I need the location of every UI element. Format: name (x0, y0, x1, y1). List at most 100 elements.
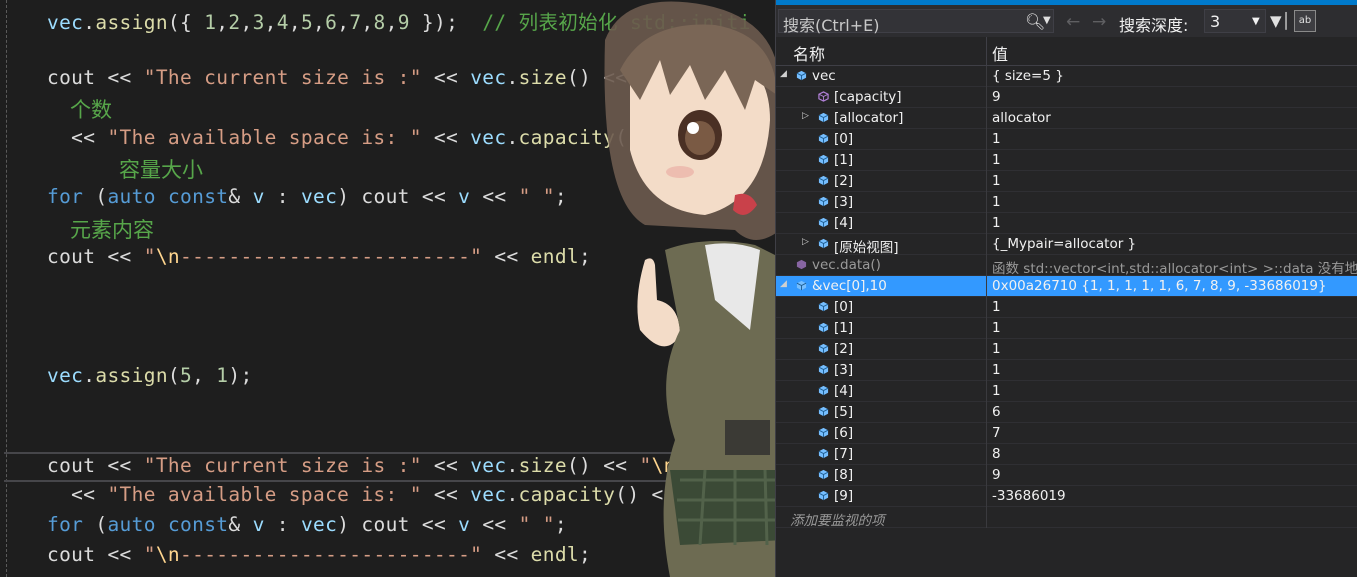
expand-icon[interactable]: ▷ (802, 111, 809, 121)
field-icon (818, 175, 829, 186)
watch-row[interactable]: [7] 8 (776, 444, 1357, 465)
field-icon (818, 154, 829, 165)
watch-row[interactable]: [0] 1 (776, 297, 1357, 318)
code-line[interactable]: cout << "\n------------------------" << … (47, 543, 591, 566)
code-token: ( (83, 513, 108, 536)
code-token: " " (518, 513, 555, 536)
watch-value: {_Mypair=allocator } (992, 236, 1137, 252)
watch-name: &vec[0],10 (812, 278, 887, 294)
watch-name: [0] (834, 299, 854, 315)
watch-value: 0x00a26710 {1, 1, 1, 1, 1, 6, 7, 8, 9, -… (992, 278, 1327, 294)
code-token: assign (95, 364, 168, 387)
code-token: " (143, 543, 156, 566)
code-line[interactable]: vec.assign(5, 1); (47, 364, 253, 387)
code-token: " " (518, 185, 555, 208)
property-icon (818, 91, 829, 102)
code-token: , (361, 11, 374, 34)
code-token: 6 (325, 11, 338, 34)
watch-value: 1 (992, 173, 1001, 189)
watch-value: 8 (992, 446, 1001, 462)
field-icon (818, 217, 829, 228)
watch-row[interactable]: ◢ vec { size=5 } (776, 66, 1357, 87)
code-token: vec (470, 126, 507, 149)
watch-row[interactable]: [1] 1 (776, 318, 1357, 339)
field-icon (818, 364, 829, 375)
watch-value: 6 (992, 404, 1001, 420)
watch-row[interactable]: vec.data() 函数 std::vector<int,std::alloca… (776, 255, 1357, 277)
add-watch-item[interactable]: 添加要监视的项 (776, 507, 1357, 529)
watch-name: vec.data() (812, 257, 881, 273)
watch-value: { size=5 } (992, 68, 1064, 84)
watch-name: [1] (834, 320, 854, 336)
watch-row[interactable]: [3] 1 (776, 192, 1357, 213)
code-token: const (167, 185, 229, 208)
watch-row[interactable]: [4] 1 (776, 213, 1357, 234)
watch-row[interactable]: [2] 1 (776, 171, 1357, 192)
watch-row[interactable]: [3] 1 (776, 360, 1357, 381)
field-icon (818, 448, 829, 459)
code-token: \n (155, 543, 181, 566)
indent-guide (6, 0, 7, 577)
watch-row[interactable]: [4] 1 (776, 381, 1357, 402)
watch-row[interactable]: [0] 1 (776, 129, 1357, 150)
collapse-icon[interactable]: ◢ (780, 279, 787, 289)
code-line[interactable]: for (auto const& v : vec) cout << v << "… (47, 185, 567, 208)
code-token: . (506, 126, 519, 149)
field-icon (818, 301, 829, 312)
search-depth-value: 3 (1210, 12, 1221, 31)
code-editor[interactable]: vec.assign({ 1,2,3,4,5,6,7,8,9 }); // 列表… (0, 0, 775, 577)
watch-row[interactable]: [9] -33686019 (776, 486, 1357, 507)
watch-row[interactable]: ▷ [allocator] allocator (776, 108, 1357, 129)
watch-row[interactable]: ◢ &vec[0],10 0x00a26710 {1, 1, 1, 1, 1, 6,… (776, 276, 1357, 297)
code-token: 9 (397, 11, 410, 34)
filter-icon[interactable]: ▼│ (1270, 12, 1291, 30)
code-token: vec (47, 11, 84, 34)
code-token: 1 (204, 11, 217, 34)
watch-name: [2] (834, 173, 854, 189)
watch-row[interactable]: ▷ [原始视图] {_Mypair=allocator } (776, 234, 1357, 256)
code-token: << (421, 66, 471, 89)
watch-window[interactable]: 搜索(Ctrl+E) 🔍︎ ▼ ← → 搜索深度: 3 ▼ ▼│ ab 名称 值… (775, 0, 1357, 577)
code-token: ) cout << (337, 513, 459, 536)
code-token: ( (167, 364, 181, 387)
expand-icon[interactable]: ▷ (802, 237, 809, 247)
column-name[interactable]: 名称 (793, 41, 825, 65)
watch-row[interactable]: [2] 1 (776, 339, 1357, 360)
watch-row[interactable]: [5] 6 (776, 402, 1357, 423)
code-token: ({ (167, 11, 205, 34)
watch-name: [capacity] (834, 89, 902, 105)
search-depth-select[interactable]: 3 ▼ (1204, 9, 1266, 33)
arrow-left-icon[interactable]: ← (1066, 12, 1080, 32)
code-token: vec (47, 364, 84, 387)
code-token: for (47, 513, 84, 536)
code-token: . (506, 454, 519, 477)
watch-value: -33686019 (992, 488, 1066, 504)
code-token: auto (107, 185, 156, 208)
code-token: v (458, 185, 471, 208)
field-icon (818, 196, 829, 207)
column-value[interactable]: 值 (992, 41, 1008, 65)
collapse-icon[interactable]: ◢ (780, 69, 787, 79)
watch-row[interactable]: [8] 9 (776, 465, 1357, 486)
watch-row[interactable]: [1] 1 (776, 150, 1357, 171)
code-token: cout << (47, 543, 144, 566)
code-token: 8 (373, 11, 386, 34)
code-token: vec (300, 185, 338, 208)
text-view-icon[interactable]: ab (1294, 10, 1316, 32)
watch-name: [1] (834, 152, 854, 168)
code-token: \n (155, 245, 181, 268)
watch-value: 9 (992, 89, 1001, 105)
arrow-right-icon[interactable]: → (1092, 12, 1106, 32)
field-icon (818, 406, 829, 417)
watch-row[interactable]: [6] 7 (776, 423, 1357, 444)
code-token: 4 (276, 11, 289, 34)
chevron-down-icon[interactable]: ▼ (1043, 15, 1051, 26)
code-token: , (240, 11, 253, 34)
code-token: . (506, 66, 519, 89)
code-token: << (421, 126, 471, 149)
code-line[interactable]: for (auto const& v : vec) cout << v << "… (47, 513, 567, 536)
search-input[interactable]: 搜索(Ctrl+E) 🔍︎ ▼ (778, 9, 1054, 35)
code-token: , (385, 11, 398, 34)
watch-row[interactable]: [capacity] 9 (776, 87, 1357, 108)
code-line[interactable]: cout << "\n------------------------" << … (47, 245, 591, 268)
